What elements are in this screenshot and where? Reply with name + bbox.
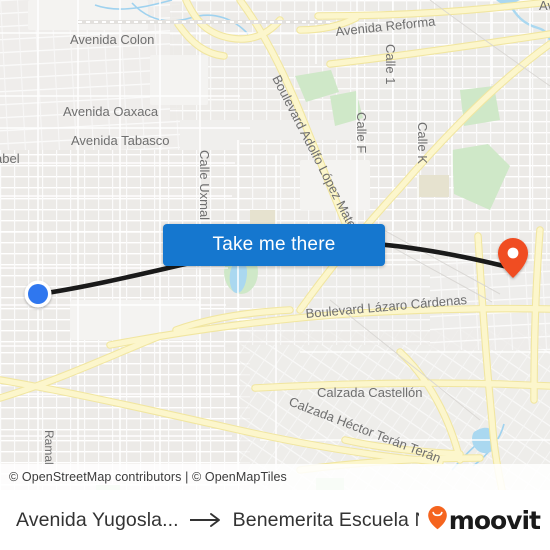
map-label: Calle F (354, 112, 369, 153)
map-label: Avenida Colon (70, 32, 154, 47)
moovit-logo[interactable]: moovit (427, 505, 541, 535)
map-label: Calle 1 (383, 44, 398, 84)
arrow-right-icon (189, 512, 223, 528)
map-label: Avenida Tabasco (71, 133, 170, 148)
trip-endpoints-bar: Avenida Yugosla... Benemerita Escuela No… (0, 490, 550, 550)
map-label: Calzada Castellón (317, 385, 423, 400)
map-label: Av (539, 0, 550, 13)
map-screen: Avenida Colon Avenida Reforma Avenida Oaxa… (0, 0, 550, 550)
moovit-pin-icon (427, 505, 448, 535)
map-label: Calle Uxmal (197, 150, 212, 220)
origin-dot-marker[interactable] (24, 280, 52, 308)
map-label: Ramal (42, 430, 56, 465)
map-label: Avenida Oaxaca (63, 104, 159, 119)
origin-label: Avenida Yugosla... (16, 508, 179, 531)
attribution-text: © OpenStreetMap contributors | © OpenMap… (9, 470, 287, 484)
moovit-wordmark: moovit (448, 505, 541, 535)
map-label: abel (0, 151, 20, 166)
destination-label: Benemerita Escuela Normal Ur... (232, 508, 419, 531)
trip-summary: Avenida Yugosla... Benemerita Escuela No… (16, 509, 419, 532)
map-attribution-bar: © OpenStreetMap contributors | © OpenMap… (0, 464, 550, 490)
take-me-there-button[interactable]: Take me there (163, 224, 385, 266)
map-label: Calle K (415, 122, 430, 164)
